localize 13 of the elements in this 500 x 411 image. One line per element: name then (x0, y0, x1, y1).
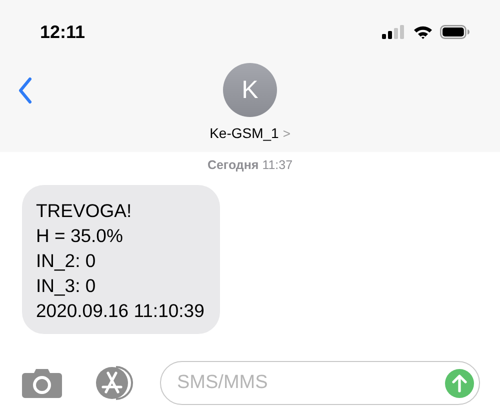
message-input-field[interactable]: SMS/MMS (160, 361, 480, 405)
status-time: 12:11 (40, 22, 86, 42)
contact-avatar[interactable]: K (223, 63, 277, 117)
contact-name[interactable]: Ke-GSM_1 (210, 125, 279, 141)
send-button[interactable] (445, 368, 474, 398)
wifi-icon (413, 25, 433, 39)
battery-icon (440, 25, 470, 39)
camera-icon[interactable] (22, 368, 62, 398)
message-bubble: TREVOGA! H = 35.0% IN_2: 0 IN_3: 0 2020.09.16 11:10:39 (22, 185, 220, 334)
signal-icon (382, 25, 406, 39)
back-icon[interactable] (18, 77, 32, 104)
message-timestamp: Сегодня 11:37 (206, 158, 294, 174)
chevron-icon[interactable]: > (282, 126, 290, 141)
